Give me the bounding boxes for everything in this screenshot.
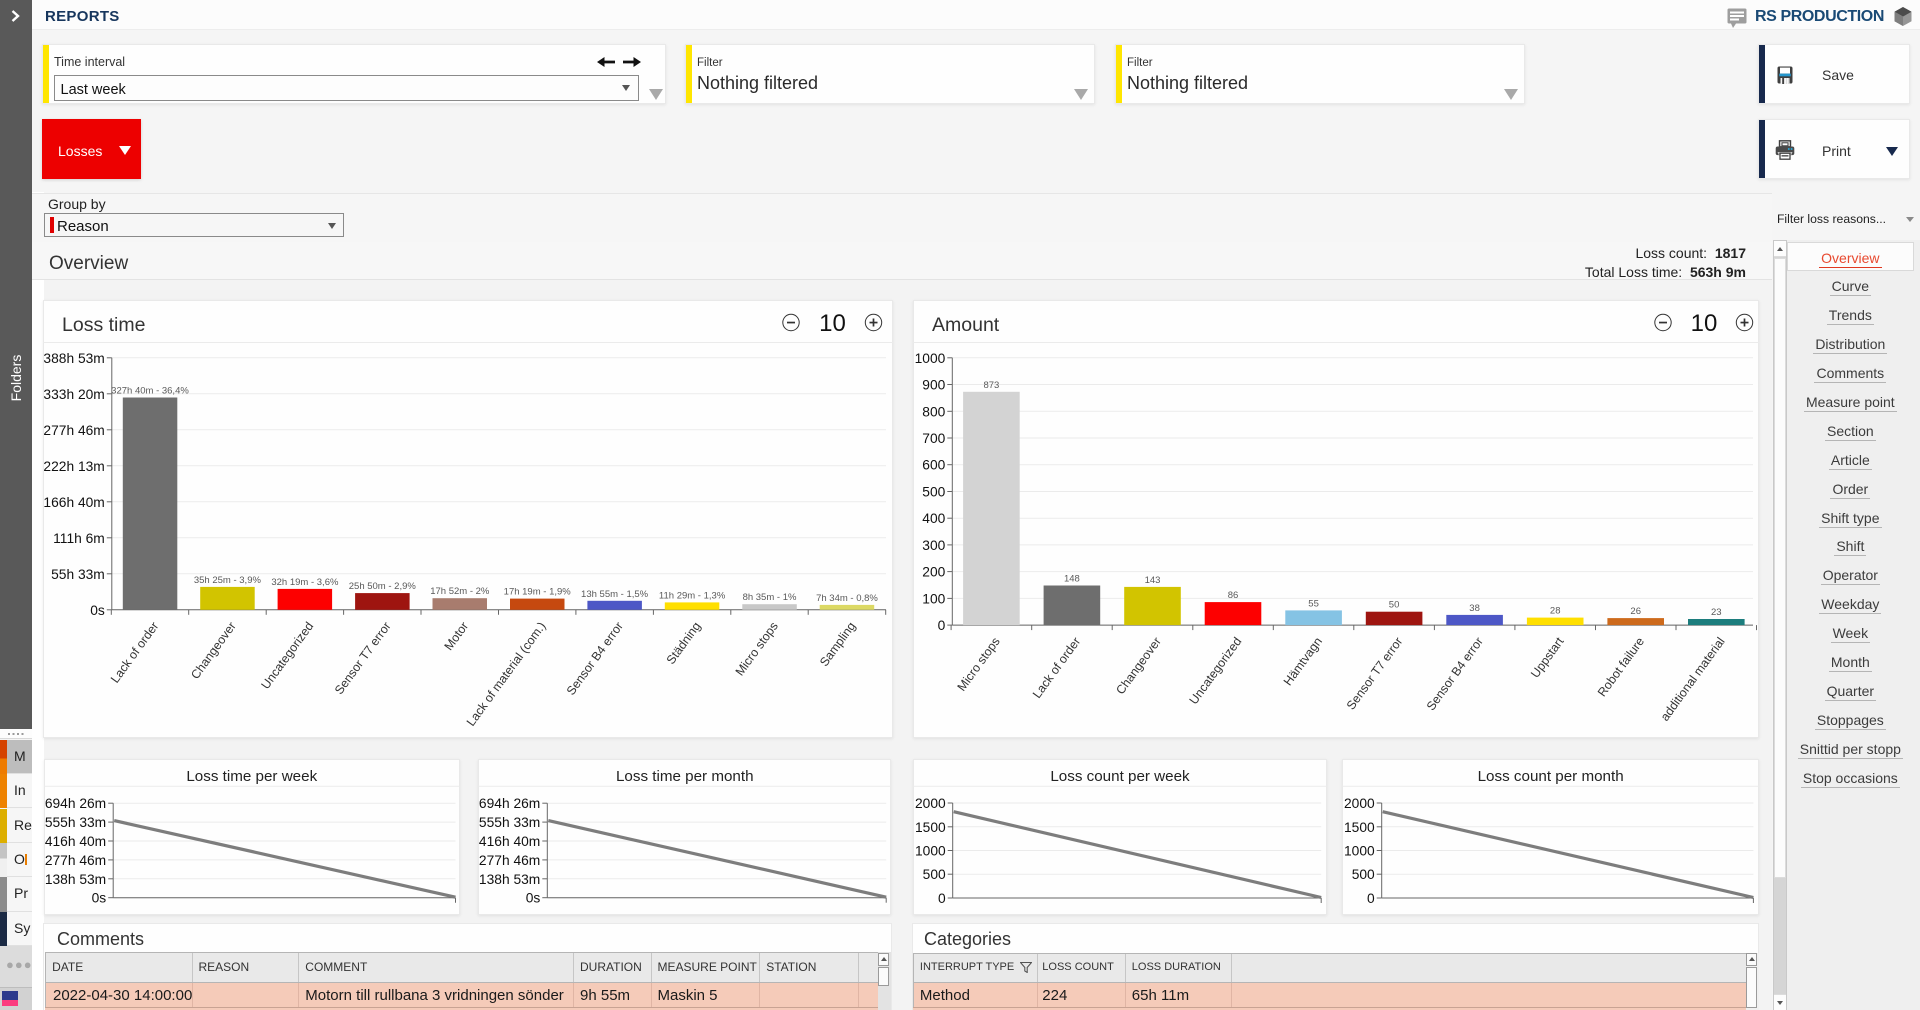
- svg-text:277h 46m: 277h 46m: [43, 423, 104, 438]
- svg-text:10: 10: [1691, 310, 1718, 337]
- svg-text:55h 33m: 55h 33m: [51, 567, 105, 582]
- svg-text:Micro stops: Micro stops: [955, 635, 1003, 694]
- svg-text:416h 40m: 416h 40m: [45, 834, 106, 849]
- svg-text:Städning: Städning: [664, 619, 704, 667]
- svg-text:327h 40m - 36,4%: 327h 40m - 36,4%: [111, 386, 189, 397]
- svg-text:0s: 0s: [90, 603, 105, 618]
- svg-text:222h 13m: 222h 13m: [43, 459, 104, 474]
- svg-text:Uncategorized: Uncategorized: [1186, 635, 1244, 708]
- svg-text:38: 38: [1469, 603, 1480, 614]
- svg-text:166h 40m: 166h 40m: [43, 495, 104, 510]
- svg-text:0: 0: [938, 891, 946, 906]
- svg-text:Uncategorized: Uncategorized: [258, 619, 316, 692]
- svg-text:Lack of order: Lack of order: [1030, 635, 1084, 701]
- svg-text:300: 300: [922, 538, 945, 553]
- svg-text:11h 29m - 1,3%: 11h 29m - 1,3%: [659, 590, 726, 601]
- svg-text:Micro stops: Micro stops: [733, 619, 781, 678]
- svg-text:0s: 0s: [92, 890, 107, 905]
- svg-text:555h 33m: 555h 33m: [478, 815, 539, 830]
- svg-text:10: 10: [819, 310, 846, 337]
- svg-text:Loss count per week: Loss count per week: [1050, 768, 1190, 785]
- svg-text:Sensor T7 error: Sensor T7 error: [332, 619, 394, 697]
- svg-text:2000: 2000: [1344, 796, 1375, 811]
- svg-text:Lack of material (com.): Lack of material (com.): [464, 619, 549, 728]
- svg-text:148: 148: [1064, 574, 1080, 585]
- svg-text:28: 28: [1550, 606, 1561, 617]
- svg-text:Sensor T7 error: Sensor T7 error: [1344, 635, 1406, 713]
- svg-text:111h 6m: 111h 6m: [53, 531, 105, 546]
- svg-text:700: 700: [922, 431, 945, 446]
- svg-text:Sampling: Sampling: [817, 619, 859, 669]
- svg-text:0s: 0s: [525, 890, 540, 905]
- svg-text:35h 25m - 3,9%: 35h 25m - 3,9%: [194, 575, 262, 586]
- svg-text:Robot failure: Robot failure: [1595, 635, 1647, 700]
- svg-text:Loss time per month: Loss time per month: [615, 768, 753, 785]
- svg-text:Changeover: Changeover: [188, 619, 239, 681]
- svg-text:143: 143: [1145, 575, 1161, 586]
- svg-text:17h 19m - 1,9%: 17h 19m - 1,9%: [504, 587, 572, 598]
- svg-text:100: 100: [922, 591, 945, 606]
- svg-text:388h 53m: 388h 53m: [43, 351, 104, 366]
- svg-text:additional material: additional material: [1658, 635, 1728, 724]
- svg-text:Loss time: Loss time: [62, 314, 145, 336]
- svg-text:50: 50: [1389, 600, 1400, 611]
- svg-text:Amount: Amount: [932, 314, 1000, 336]
- svg-text:17h 52m - 2%: 17h 52m - 2%: [430, 586, 490, 597]
- svg-text:277h 46m: 277h 46m: [478, 852, 539, 867]
- svg-text:Changeover: Changeover: [1113, 635, 1164, 697]
- svg-text:25h 50m - 2,9%: 25h 50m - 2,9%: [349, 581, 417, 592]
- svg-text:900: 900: [922, 378, 945, 393]
- svg-text:Motor: Motor: [441, 619, 471, 653]
- svg-text:13h 55m - 1,5%: 13h 55m - 1,5%: [581, 589, 649, 600]
- svg-text:138h 53m: 138h 53m: [45, 871, 106, 886]
- svg-text:2000: 2000: [915, 796, 946, 811]
- svg-text:1000: 1000: [1344, 843, 1375, 858]
- svg-text:873: 873: [983, 380, 999, 391]
- svg-text:500: 500: [922, 485, 945, 500]
- svg-text:Loss count per month: Loss count per month: [1477, 768, 1623, 785]
- svg-text:Sensor B4 error: Sensor B4 error: [564, 619, 626, 697]
- svg-text:500: 500: [1351, 867, 1374, 882]
- svg-text:800: 800: [922, 404, 945, 419]
- svg-text:0: 0: [1367, 891, 1375, 906]
- svg-text:55: 55: [1308, 598, 1319, 609]
- svg-text:86: 86: [1228, 590, 1239, 601]
- svg-text:Loss time per week: Loss time per week: [186, 768, 317, 785]
- svg-text:333h 20m: 333h 20m: [43, 387, 104, 402]
- svg-text:Lack of order: Lack of order: [108, 619, 162, 685]
- svg-text:23: 23: [1711, 607, 1722, 618]
- svg-text:Hämtvagn: Hämtvagn: [1281, 635, 1325, 689]
- svg-text:8h 35m - 1%: 8h 35m - 1%: [743, 592, 797, 603]
- svg-text:0: 0: [938, 618, 946, 633]
- svg-text:416h 40m: 416h 40m: [478, 834, 539, 849]
- svg-text:1000: 1000: [915, 351, 946, 366]
- svg-text:26: 26: [1630, 606, 1641, 617]
- svg-text:600: 600: [922, 458, 945, 473]
- svg-text:Uppstart: Uppstart: [1528, 634, 1567, 680]
- svg-text:Sensor B4 error: Sensor B4 error: [1424, 635, 1486, 713]
- svg-text:200: 200: [922, 565, 945, 580]
- svg-text:400: 400: [922, 511, 945, 526]
- svg-text:694h 26m: 694h 26m: [478, 796, 539, 811]
- svg-text:277h 46m: 277h 46m: [45, 852, 106, 867]
- svg-text:1500: 1500: [915, 819, 946, 834]
- svg-text:500: 500: [922, 867, 945, 882]
- svg-text:1000: 1000: [915, 843, 946, 858]
- svg-text:7h 34m - 0,8%: 7h 34m - 0,8%: [816, 593, 878, 604]
- svg-text:138h 53m: 138h 53m: [478, 871, 539, 886]
- svg-text:555h 33m: 555h 33m: [45, 815, 106, 830]
- svg-text:1500: 1500: [1344, 819, 1375, 834]
- svg-text:694h 26m: 694h 26m: [45, 796, 106, 811]
- svg-text:32h 19m - 3,6%: 32h 19m - 3,6%: [271, 577, 339, 588]
